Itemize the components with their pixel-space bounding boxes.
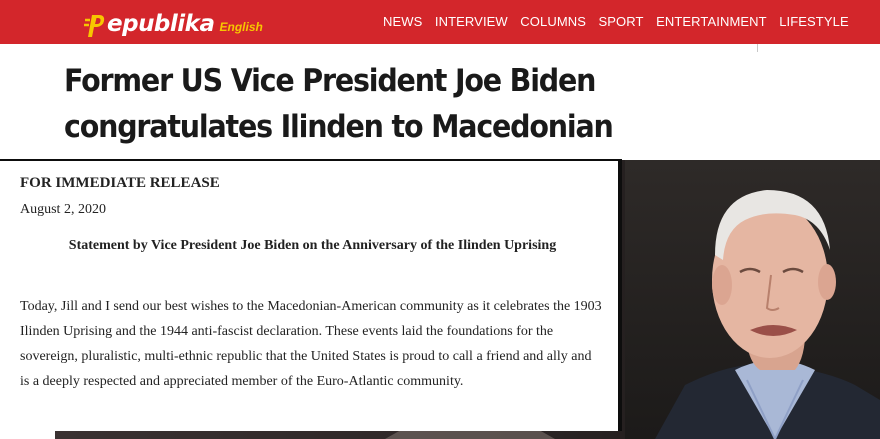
site-header: epublika English NEWS INTERVIEW COLUMNS … [0,0,880,44]
logo-wordmark: epublika [107,11,215,37]
statement-title: Statement by Vice President Joe Biden on… [68,238,557,253]
site-logo[interactable]: epublika English [84,6,263,38]
nav-item-entertainment[interactable]: ENTERTAINMENT [656,14,767,29]
nav-item-interview[interactable]: INTERVIEW [435,14,508,29]
logo-subtitle: English [219,20,263,34]
main-nav: NEWS INTERVIEW COLUMNS SPORT ENTERTAINME… [383,14,861,29]
release-date: August 2, 2020 [20,202,106,217]
statement-body: Today, Jill and I send our best wishes t… [20,299,602,389]
release-label: FOR IMMEDIATE RELEASE [20,175,220,191]
nav-item-news[interactable]: NEWS [383,14,422,29]
nav-item-lifestyle[interactable]: LIFESTYLE [779,14,849,29]
nav-item-columns[interactable]: COLUMNS [520,14,586,29]
logo-r-icon [84,12,106,38]
nav-divider [757,44,758,52]
press-release-card: FOR IMMEDIATE RELEASE August 2, 2020 Sta… [0,159,622,431]
nav-item-sport[interactable]: SPORT [599,14,644,29]
